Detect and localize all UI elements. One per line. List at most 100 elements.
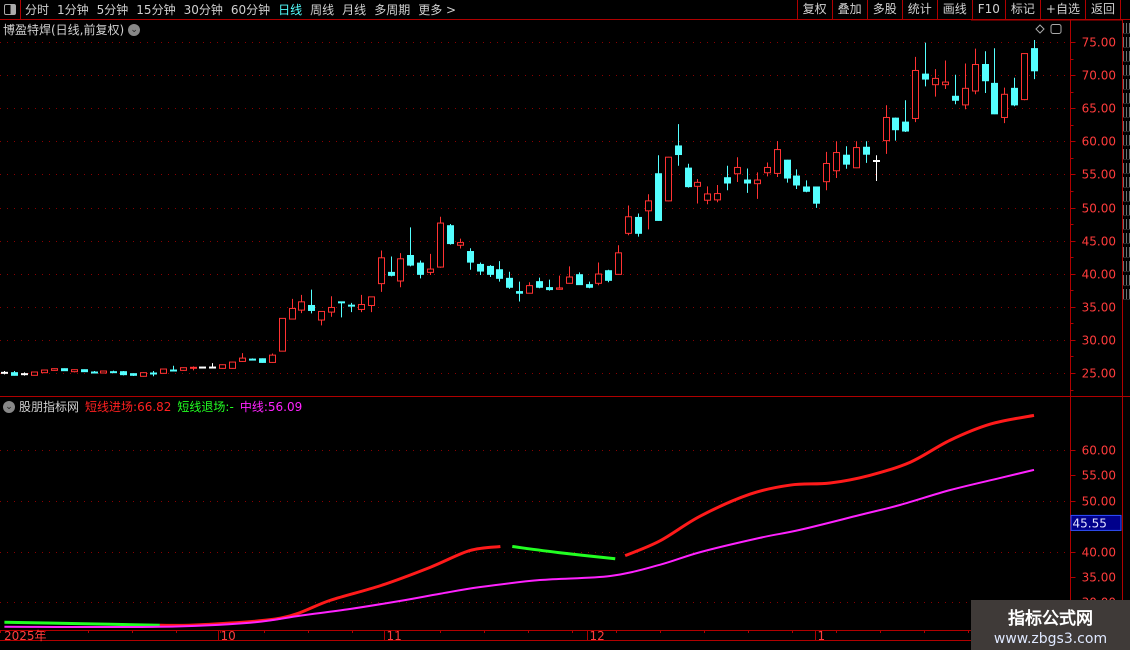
candle-body-up [942,81,949,86]
candle-body-down [991,82,998,115]
price-tick-label: 25.00 [1082,367,1116,381]
date-label: 11 [387,629,402,643]
candle-body-down [407,254,414,266]
candle-body-down [922,73,929,80]
candle-body-down [605,270,612,281]
candle-body-down [120,371,127,376]
price-tick-label: 65.00 [1082,102,1116,116]
candle-body-up [269,354,276,363]
indicator-tick-label: 35.00 [1082,571,1116,585]
candle-body-down [586,284,593,288]
candle-body-up [645,200,652,212]
watermark: 指标公式网 www.zbgs3.com [971,600,1130,650]
candle-body-down [655,173,662,221]
candle-body-down [546,287,553,291]
candle-body-up [764,166,771,174]
candle-body-down [150,372,157,375]
candle-body-flat [21,373,28,376]
candle-body-down [249,358,256,361]
candle-body-down [496,269,503,279]
candle-body-up [318,310,325,321]
candle-body-down [477,263,484,272]
candle-body-up [180,367,187,371]
candle-body-up [774,149,781,174]
candle-body-up [397,258,404,282]
chart-canvas[interactable]: 75.00 70.00 65.00 60.00 55.00 50.00 45.00 40.00… [0,0,1130,650]
candle-body-up [457,242,464,246]
candle-body-up [378,257,385,285]
candle-body-down [11,372,18,376]
series-line-exit [512,545,616,561]
candle-body-down [576,274,583,286]
candle-body-up [665,156,672,202]
candle-body-down [308,304,315,311]
date-label: 12 [590,629,605,643]
candle-body-down [516,291,523,294]
series-line-exit [4,620,160,627]
candle-body-up [704,193,711,201]
price-tick-label: 60.00 [1082,135,1116,149]
candle-body-up [833,152,840,172]
candle-body-down [338,301,345,304]
candle-body-up [219,364,226,369]
candle-body-up [823,162,830,183]
candle-body-up [694,181,701,187]
candle-body-up [239,357,246,362]
candle-body-down [724,177,731,184]
side-panel [1122,20,1130,630]
candle-body-up [427,268,434,273]
price-tick-label: 50.00 [1082,202,1116,216]
candle-body-down [744,179,751,184]
candle-body-up [328,306,335,313]
indicator-tick-label: 40.00 [1082,546,1116,560]
candle-body-down [91,371,98,374]
candle-body-up [595,273,602,284]
date-label: 2025年 [4,629,47,643]
candle-body-up [1021,53,1028,101]
candle-body-down [685,167,692,188]
candle-body-down [170,369,177,372]
candle-body-down [259,358,266,363]
candle-body-up [883,116,890,142]
candle-body-down [1031,48,1038,72]
candle-body-up [962,87,969,106]
indicator-tick-label: 55.00 [1082,469,1116,483]
candle-body-down [447,225,454,245]
candle-body-down [61,368,68,372]
candle-body-up [229,361,236,369]
candle-body-down [81,369,88,373]
candle-body-up [100,370,107,374]
diamond-icon [1035,24,1045,34]
candle-body-up [298,301,305,311]
candle-body-up [279,317,286,352]
watermark-title: 指标公式网 [1008,609,1093,629]
price-tick-label: 45.00 [1082,235,1116,249]
candle-body-down [348,304,355,307]
panel-toggle-icon [1050,24,1062,34]
candle-body-flat [209,366,216,369]
candle-body-down [793,175,800,186]
candle-body-down [803,186,810,192]
date-label: 10 [221,629,236,643]
candle-body-down [843,154,850,165]
price-tick-label: 70.00 [1082,69,1116,83]
candle-body-down [536,281,543,288]
candle-body-up [566,276,573,284]
candle-body-down [982,64,989,82]
candle-body-down [863,146,870,155]
indicator-tick-label: 60.00 [1082,444,1116,458]
candle-body-flat [873,159,880,162]
candle-body-up [437,222,444,268]
price-tick-label: 55.00 [1082,168,1116,182]
price-tick-label: 35.00 [1082,301,1116,315]
candle-body-up [190,366,197,369]
candle-body-up [526,285,533,294]
candle-body-flat [1,371,8,374]
candle-body-down [506,277,513,288]
candle-body-flat [199,366,206,369]
candle-body-up [160,368,167,374]
candle-body-up [41,369,48,374]
candle-body-up [140,372,147,377]
candle-body-down [902,121,909,132]
watermark-url: www.zbgs3.com [993,631,1108,647]
